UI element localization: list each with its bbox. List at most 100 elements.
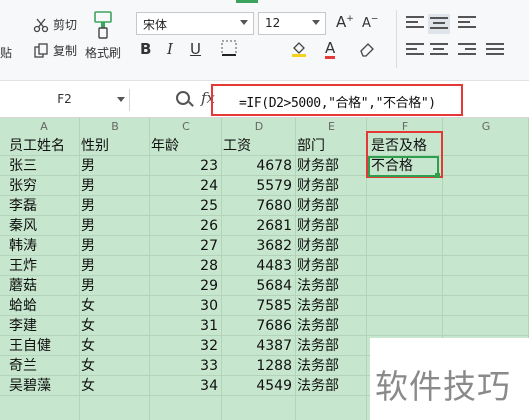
- column-header-e[interactable]: E: [296, 118, 367, 136]
- column-header-g[interactable]: G: [443, 118, 529, 136]
- table-cell[interactable]: 33: [151, 356, 221, 376]
- column-header-b[interactable]: B: [80, 118, 150, 136]
- table-cell[interactable]: 法务部: [297, 336, 366, 356]
- table-cell[interactable]: 财务部: [297, 216, 366, 236]
- table-cell[interactable]: 奇兰: [9, 356, 79, 376]
- table-cell[interactable]: 女: [81, 296, 149, 316]
- table-cell[interactable]: 4549: [223, 376, 295, 396]
- table-cell[interactable]: [371, 316, 445, 336]
- table-cell[interactable]: [371, 176, 445, 196]
- table-cell[interactable]: 财务部: [297, 256, 366, 276]
- table-cell[interactable]: 27: [151, 236, 221, 256]
- table-cell[interactable]: 7686: [223, 316, 295, 336]
- table-cell[interactable]: 29: [151, 276, 221, 296]
- table-cell[interactable]: 4387: [223, 336, 295, 356]
- table-cell[interactable]: 韩涛: [9, 236, 79, 256]
- table-cell[interactable]: 蘑菇: [9, 276, 79, 296]
- cut-button[interactable]: 剪切: [33, 16, 77, 33]
- table-cell[interactable]: 法务部: [297, 356, 366, 376]
- table-cell[interactable]: 法务部: [297, 316, 366, 336]
- align-bottom-button[interactable]: [458, 16, 476, 32]
- table-cell[interactable]: 32: [151, 336, 221, 356]
- table-cell[interactable]: 财务部: [297, 176, 366, 196]
- table-cell[interactable]: 2681: [223, 216, 295, 236]
- header-cell[interactable]: 工资: [223, 136, 295, 156]
- bold-button[interactable]: B: [140, 40, 151, 58]
- table-cell[interactable]: 财务部: [297, 196, 366, 216]
- table-cell[interactable]: 财务部: [297, 236, 366, 256]
- table-cell[interactable]: 25: [151, 196, 221, 216]
- table-cell[interactable]: 男: [81, 256, 149, 276]
- header-cell[interactable]: 部门: [297, 136, 366, 156]
- zoom-icon[interactable]: [176, 91, 190, 105]
- table-cell[interactable]: [371, 216, 445, 236]
- table-cell[interactable]: 张穷: [9, 176, 79, 196]
- table-cell[interactable]: 财务部: [297, 156, 366, 176]
- align-middle-button[interactable]: [428, 14, 450, 34]
- column-header-a[interactable]: A: [8, 118, 80, 136]
- table-cell[interactable]: 李磊: [9, 196, 79, 216]
- table-cell[interactable]: 秦风: [9, 216, 79, 236]
- font-color-button[interactable]: A: [325, 39, 336, 59]
- header-cell[interactable]: 是否及格: [371, 136, 445, 156]
- table-cell[interactable]: 王炸: [9, 256, 79, 276]
- align-left-button[interactable]: [406, 43, 424, 59]
- table-cell[interactable]: 24: [151, 176, 221, 196]
- table-cell[interactable]: 女: [81, 336, 149, 356]
- table-cell[interactable]: 张三: [9, 156, 79, 176]
- column-header-f[interactable]: F: [367, 118, 443, 136]
- table-cell[interactable]: 女: [81, 376, 149, 396]
- table-cell[interactable]: 3682: [223, 236, 295, 256]
- fill-color-button[interactable]: [290, 40, 308, 62]
- decrease-font-size-button[interactable]: A−: [362, 15, 378, 31]
- table-cell[interactable]: 34: [151, 376, 221, 396]
- name-box[interactable]: F2: [0, 89, 130, 111]
- column-header-c[interactable]: C: [150, 118, 222, 136]
- distribute-button[interactable]: [486, 43, 504, 59]
- table-cell[interactable]: [371, 196, 445, 216]
- table-cell[interactable]: 男: [81, 176, 149, 196]
- formula-input[interactable]: =IF(D2>5000,"合格","不合格"): [211, 84, 463, 116]
- table-cell[interactable]: 吴碧藻: [9, 376, 79, 396]
- table-cell[interactable]: 28: [151, 256, 221, 276]
- table-cell[interactable]: 4483: [223, 256, 295, 276]
- table-cell[interactable]: 法务部: [297, 296, 366, 316]
- table-cell[interactable]: [371, 276, 445, 296]
- table-cell[interactable]: 女: [81, 316, 149, 336]
- table-cell[interactable]: 王自健: [9, 336, 79, 356]
- table-cell[interactable]: 1288: [223, 356, 295, 376]
- copy-button[interactable]: 复制: [33, 42, 77, 59]
- header-cell[interactable]: 性别: [81, 136, 149, 156]
- italic-button[interactable]: I: [167, 40, 173, 58]
- underline-button[interactable]: U: [190, 40, 201, 58]
- table-cell[interactable]: 男: [81, 236, 149, 256]
- table-cell[interactable]: [371, 256, 445, 276]
- paste-button[interactable]: 贴: [0, 44, 12, 61]
- table-cell[interactable]: 男: [81, 196, 149, 216]
- table-cell[interactable]: [371, 296, 445, 316]
- table-cell[interactable]: 女: [81, 356, 149, 376]
- table-cell[interactable]: 31: [151, 316, 221, 336]
- table-cell[interactable]: 李建: [9, 316, 79, 336]
- table-cell[interactable]: 法务部: [297, 376, 366, 396]
- table-cell[interactable]: 蛤蛤: [9, 296, 79, 316]
- table-cell[interactable]: 26: [151, 216, 221, 236]
- table-cell[interactable]: 30: [151, 296, 221, 316]
- table-cell[interactable]: 23: [151, 156, 221, 176]
- format-painter-button[interactable]: 格式刷: [80, 10, 126, 66]
- table-cell[interactable]: 不合格: [371, 156, 445, 176]
- table-cell[interactable]: 7680: [223, 196, 295, 216]
- clear-format-button[interactable]: [358, 41, 376, 61]
- align-right-button[interactable]: [458, 43, 476, 59]
- font-name-select[interactable]: 宋体: [136, 12, 254, 35]
- increase-font-size-button[interactable]: A+: [336, 13, 354, 31]
- table-cell[interactable]: [371, 236, 445, 256]
- font-size-select[interactable]: 12: [258, 12, 326, 35]
- header-cell[interactable]: 员工姓名: [9, 136, 79, 156]
- table-cell[interactable]: 男: [81, 156, 149, 176]
- table-cell[interactable]: 5579: [223, 176, 295, 196]
- table-cell[interactable]: 法务部: [297, 276, 366, 296]
- table-cell[interactable]: 男: [81, 216, 149, 236]
- table-cell[interactable]: 7585: [223, 296, 295, 316]
- table-cell[interactable]: 4678: [223, 156, 295, 176]
